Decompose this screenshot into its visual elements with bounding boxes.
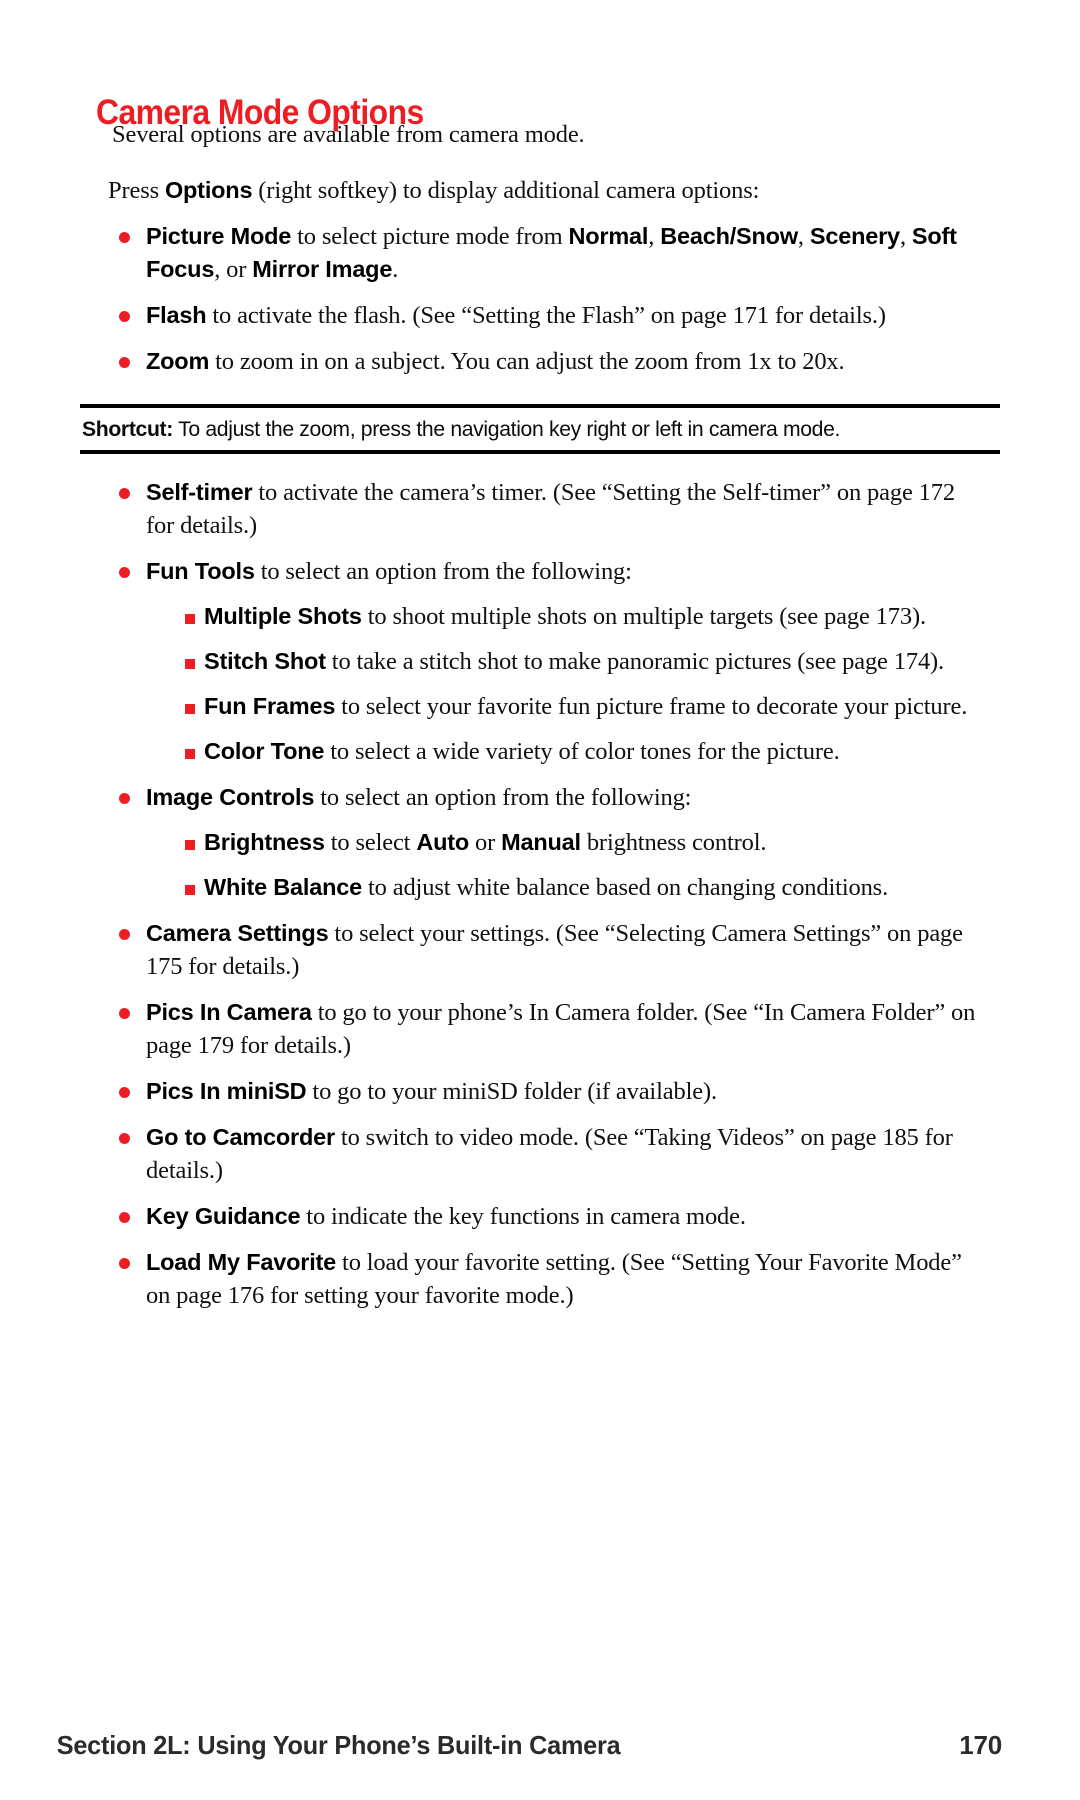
list-item-text-2: , (648, 223, 661, 250)
list-item: Flash to activate the flash. (See “Setti… (0, 299, 1080, 332)
sub-list-item-text-3: brightness control. (580, 829, 767, 856)
list-item: Self-timer to activate the camera’s time… (0, 476, 1080, 542)
bullet-dot-icon (119, 1258, 130, 1269)
list-item-term-3: Beach/Snow (660, 223, 798, 249)
list-item-term: Flash (146, 302, 207, 328)
bullet-dot-icon (119, 1133, 130, 1144)
sub-list-item: White Balance to adjust white balance ba… (0, 871, 1080, 904)
list-item-text: to activate the flash. (See “Setting the… (206, 302, 886, 329)
bullet-square-icon (185, 614, 195, 624)
bullet-dot-icon (119, 793, 130, 804)
list-item-text: to zoom in on a subject. You can adjust … (209, 348, 845, 375)
bullet-square-icon (185, 840, 195, 850)
sub-list-item-term-3: Manual (501, 829, 581, 855)
list-item-term-4: Scenery (809, 223, 900, 249)
bullet-dot-icon (119, 929, 130, 940)
list-item: Image Controls to select an option from … (0, 781, 1080, 814)
bullet-dot-icon (119, 1008, 130, 1019)
bullet-dot-icon (119, 1212, 130, 1223)
bullet-dot-icon (119, 567, 130, 578)
list-item-text: to select picture mode from (291, 223, 569, 250)
page-body: Several options are available from camer… (0, 118, 1080, 1312)
shortcut-bottom-rule (80, 450, 1000, 454)
list-item-text-6: . (392, 256, 399, 283)
sub-list-item-term: White Balance (204, 874, 363, 900)
bullet-dot-icon (119, 232, 130, 243)
list-item: Load My Favorite to load your favorite s… (0, 1246, 1080, 1312)
sub-list-item-text: to select your favorite fun picture fram… (335, 693, 968, 720)
bullet-square-icon (185, 749, 195, 759)
footer-section-label: Section 2L: Using Your Phone’s Built-in … (56, 1730, 621, 1760)
sub-list-item-text: to select a wide variety of color tones … (324, 738, 840, 765)
bullet-square-icon (185, 885, 195, 895)
list-item: Zoom to zoom in on a subject. You can ad… (0, 345, 1080, 378)
shortcut-callout: Shortcut: To adjust the zoom, press the … (80, 404, 1000, 454)
sub-list-item: Multiple Shots to shoot multiple shots o… (0, 600, 1080, 633)
sub-list-item: Fun Frames to select your favorite fun p… (0, 690, 1080, 723)
sub-list-item: Brightness to select Auto or Manual brig… (0, 826, 1080, 859)
list-item: Pics In Camera to go to your phone’s In … (0, 996, 1080, 1062)
sub-list-item-text: to take a stitch shot to make panoramic … (325, 648, 945, 675)
list-item-text: to activate the camera’s timer. (See “Se… (146, 479, 955, 539)
intro-line-1: Several options are available from camer… (112, 121, 585, 148)
bullet-dot-icon (119, 488, 130, 499)
sub-list-item: Color Tone to select a wide variety of c… (0, 735, 1080, 768)
intro-line-2-post: (right softkey) to display additional ca… (252, 177, 760, 204)
list-item: Key Guidance to indicate the key functio… (0, 1200, 1080, 1233)
list-item: Pics In miniSD to go to your miniSD fold… (0, 1075, 1080, 1108)
list-item: Picture Mode to select picture mode from… (0, 220, 1080, 286)
list-item-term: Image Controls (146, 784, 315, 810)
list-item-text: to go to your miniSD folder (if availabl… (306, 1078, 717, 1105)
list-item-term: Go to Camcorder (146, 1124, 335, 1150)
sub-list-item-text-2: or (469, 829, 502, 856)
list-item-term: Zoom (146, 348, 210, 374)
document-page: Camera Mode Options Several options are … (0, 0, 1080, 1800)
bullet-square-icon (185, 659, 195, 669)
sub-list-item-text: to shoot multiple shots on multiple targ… (361, 603, 926, 630)
list-item-term: Load My Favorite (146, 1249, 337, 1275)
sub-list-item-term: Color Tone (204, 738, 325, 764)
list-item: Fun Tools to select an option from the f… (0, 555, 1080, 588)
list-item-text-3: , (797, 223, 810, 250)
list-item-term-6: Mirror Image (252, 256, 393, 282)
sub-list-item-term: Fun Frames (204, 693, 336, 719)
bullet-dot-icon (119, 311, 130, 322)
bullet-square-icon (185, 704, 195, 714)
sub-list-item-text: to adjust white balance based on changin… (362, 874, 889, 901)
intro-line-2-pre: Press (108, 177, 165, 204)
shortcut-body: To adjust the zoom, press the navigation… (172, 417, 841, 441)
list-item-text: to indicate the key functions in camera … (300, 1203, 746, 1230)
footer-page-number: 170 (959, 1730, 1002, 1760)
page-footer: Section 2L: Using Your Phone’s Built-in … (48, 1730, 1032, 1761)
list-item-term-2: Normal (568, 223, 649, 249)
list-item-term: Camera Settings (146, 920, 329, 946)
list-item-text-4: , (899, 223, 912, 250)
list-item: Go to Camcorder to switch to video mode.… (0, 1121, 1080, 1187)
list-item-term: Pics In Camera (146, 999, 312, 1025)
shortcut-text: Shortcut: To adjust the zoom, press the … (80, 408, 986, 450)
sub-list-item-term-2: Auto (416, 829, 470, 855)
sub-list-item-text: to select (324, 829, 417, 856)
list-item-term: Picture Mode (146, 223, 292, 249)
list-item-text: to select an option from the following: (254, 558, 632, 585)
list-item: Camera Settings to select your settings.… (0, 917, 1080, 983)
list-item-term: Self-timer (146, 479, 253, 505)
sub-list-item: Stitch Shot to take a stitch shot to mak… (0, 645, 1080, 678)
intro-line-2: Press Options (right softkey) to display… (0, 174, 1080, 207)
bullet-dot-icon (119, 1087, 130, 1098)
shortcut-label: Shortcut: (81, 417, 173, 441)
list-item-text: to select an option from the following: (314, 784, 692, 811)
sub-list-item-term: Brightness (204, 829, 325, 855)
list-item-term: Key Guidance (146, 1203, 301, 1229)
list-item-text-5: , or (214, 256, 253, 283)
intro-line-2-bold: Options (164, 177, 253, 203)
sub-list-item-term: Multiple Shots (204, 603, 362, 629)
list-item-term: Fun Tools (146, 558, 255, 584)
sub-list-item-term: Stitch Shot (204, 648, 326, 674)
bullet-dot-icon (119, 357, 130, 368)
list-item-term: Pics In miniSD (146, 1078, 307, 1104)
